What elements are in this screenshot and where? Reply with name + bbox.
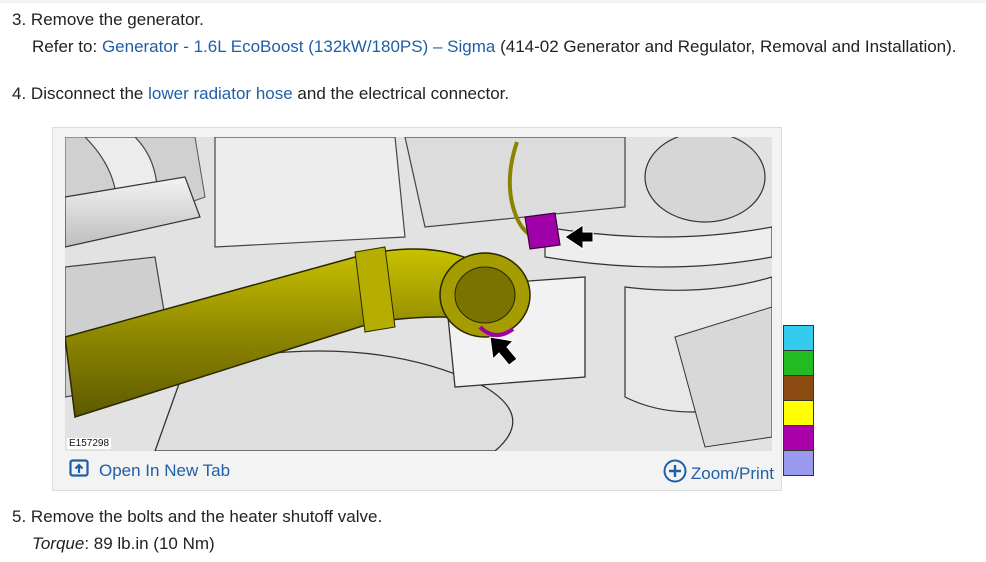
step-4-text-after: and the electrical connector. bbox=[297, 84, 510, 103]
step-3: 3. Remove the generator. bbox=[12, 9, 204, 31]
zoom-plus-icon bbox=[663, 459, 687, 488]
zoom-print-label: Zoom/Print bbox=[690, 463, 774, 483]
step-4: 4. Disconnect the lower radiator hose an… bbox=[12, 83, 509, 105]
swatch-cyan bbox=[783, 325, 814, 351]
swatch-magenta bbox=[783, 425, 814, 451]
step-3-reference: Refer to: Generator - 1.6L EcoBoost (132… bbox=[32, 36, 957, 58]
step-5-text: Remove the bolts and the heater shutoff … bbox=[30, 507, 383, 526]
swatch-lavender bbox=[783, 450, 814, 476]
swatch-green bbox=[783, 350, 814, 376]
top-divider bbox=[0, 0, 986, 3]
step-4-text-before: Disconnect the bbox=[30, 84, 144, 103]
refer-prefix: Refer to: bbox=[32, 37, 98, 56]
open-in-new-tab-label: Open In New Tab bbox=[99, 460, 231, 480]
open-new-tab-icon bbox=[69, 459, 89, 482]
open-in-new-tab-button[interactable]: Open In New Tab bbox=[69, 459, 230, 482]
zoom-print-button[interactable]: Zoom/Print bbox=[663, 459, 774, 488]
figure-container: E157298 Open In New Tab Zoom/Print bbox=[52, 127, 782, 491]
torque-spec: Torque: 89 lb.in (10 Nm) bbox=[32, 533, 215, 555]
step-5: 5. Remove the bolts and the heater shuto… bbox=[12, 506, 382, 528]
swatch-brown bbox=[783, 375, 814, 401]
torque-label: Torque bbox=[32, 534, 85, 553]
engine-illustration-drawing bbox=[65, 137, 772, 451]
figure-id-label: E157298 bbox=[67, 438, 112, 449]
refer-suffix: (414-02 Generator and Regulator, Removal… bbox=[500, 37, 957, 56]
generator-link[interactable]: Generator - 1.6L EcoBoost (132kW/180PS) … bbox=[102, 37, 495, 56]
step-4-number: 4. bbox=[12, 84, 27, 103]
step-3-number: 3. bbox=[12, 10, 27, 29]
color-swatch-strip bbox=[783, 325, 814, 476]
torque-value: : 89 lb.in (10 Nm) bbox=[84, 534, 215, 553]
lower-radiator-hose-link[interactable]: lower radiator hose bbox=[148, 84, 293, 103]
engine-illustration[interactable]: E157298 bbox=[65, 137, 772, 451]
step-5-number: 5. bbox=[12, 507, 27, 526]
step-3-text: Remove the generator. bbox=[30, 10, 204, 29]
swatch-yellow bbox=[783, 400, 814, 426]
figure-toolbar: Open In New Tab Zoom/Print bbox=[65, 453, 774, 488]
